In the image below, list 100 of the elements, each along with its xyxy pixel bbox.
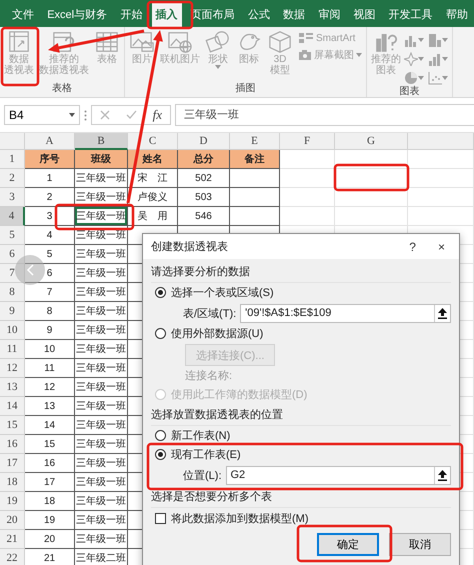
column-header[interactable]: G xyxy=(335,133,408,150)
row-header[interactable]: 13 xyxy=(0,378,25,397)
table-cell: 三年级一班 xyxy=(75,473,128,492)
caret-icon xyxy=(442,76,448,80)
caret-icon xyxy=(442,38,448,42)
insert-function-button[interactable]: fx xyxy=(152,107,162,123)
formula-field[interactable]: 三年级一班 xyxy=(175,104,474,126)
table-cell: 5 xyxy=(25,245,75,264)
ribbon-tab[interactable]: Excel与财务 xyxy=(43,3,112,27)
chart-type-button[interactable] xyxy=(404,51,426,67)
group-label: 表格 xyxy=(51,83,73,95)
name-box[interactable]: B4 xyxy=(4,105,80,125)
input-field[interactable]: G2 xyxy=(226,466,451,484)
table-icon xyxy=(94,30,120,54)
table-cell: 14 xyxy=(25,416,75,435)
ribbon-tab[interactable]: 视图 xyxy=(350,3,380,27)
radio-option[interactable]: 选择一个表或区域(S) xyxy=(151,283,451,302)
ok-button[interactable]: 确定 xyxy=(317,533,379,556)
check-icon[interactable] xyxy=(126,110,137,120)
column-header[interactable]: B xyxy=(75,133,128,150)
row-header[interactable]: 2 xyxy=(0,169,25,188)
table-cell: 18 xyxy=(25,492,75,511)
row-header[interactable]: 21 xyxy=(0,530,25,549)
radio-button[interactable] xyxy=(155,430,166,441)
ribbon-tab[interactable]: 插入 xyxy=(152,3,182,27)
back-button[interactable] xyxy=(15,255,45,285)
connection-name-label: 连接名称: xyxy=(184,368,232,384)
radio-option[interactable]: 现有工作表(E) xyxy=(151,445,451,464)
row-header[interactable]: 16 xyxy=(0,435,25,454)
table-cell: 三年级一班 xyxy=(75,454,128,473)
range-select-button[interactable] xyxy=(434,466,450,484)
column-header[interactable]: D xyxy=(178,133,230,150)
row-header[interactable]: 7 xyxy=(0,264,25,283)
ribbon-tab[interactable]: 帮助 xyxy=(442,3,472,27)
ribbon-tab[interactable]: 文件 xyxy=(8,3,38,27)
row-header[interactable]: 12 xyxy=(0,359,25,378)
table-cell: 6 xyxy=(25,264,75,283)
column-header[interactable]: F xyxy=(280,133,335,150)
ribbon-tab[interactable]: 审阅 xyxy=(314,3,344,27)
row-header[interactable]: 18 xyxy=(0,473,25,492)
row-header[interactable]: 1 xyxy=(0,150,25,169)
table-cell: 三年级一班 xyxy=(75,283,128,302)
radio-button[interactable] xyxy=(155,449,166,460)
chart-type-button[interactable] xyxy=(428,51,450,67)
row-header[interactable]: 14 xyxy=(0,397,25,416)
row-header[interactable]: 17 xyxy=(0,454,25,473)
field-label: 位置(L): xyxy=(183,468,222,482)
radio-button[interactable] xyxy=(155,287,166,298)
row-header[interactable]: 6 xyxy=(0,245,25,264)
ribbon-tab[interactable]: 开始 xyxy=(116,3,146,27)
table-cell: 3 xyxy=(25,207,75,226)
cancel-icon[interactable] xyxy=(100,110,110,120)
radio-option[interactable]: 新工作表(N) xyxy=(151,426,451,445)
pivot-question-icon xyxy=(51,30,77,54)
row-header[interactable]: 9 xyxy=(0,302,25,321)
column-header[interactable] xyxy=(408,133,474,150)
row-header[interactable]: 19 xyxy=(0,492,25,511)
table-cell: 10 xyxy=(25,340,75,359)
field-label: 表/区域(T): xyxy=(183,306,236,320)
column-header[interactable]: C xyxy=(128,133,178,150)
table-cell: 三年级一班 xyxy=(75,302,128,321)
row-header[interactable]: 4 xyxy=(0,207,25,226)
table-cell: 三年级一班 xyxy=(75,511,128,530)
radio-option[interactable]: 使用外部数据源(U) xyxy=(151,324,451,343)
table-cell: 三年级一班 xyxy=(75,245,128,264)
row-header[interactable]: 5 xyxy=(0,226,25,245)
chart-type-button[interactable] xyxy=(404,70,426,86)
table-cell: 三年级一班 xyxy=(75,340,128,359)
table-cell: 7 xyxy=(25,283,75,302)
row-header[interactable]: 8 xyxy=(0,283,25,302)
help-button[interactable]: ? xyxy=(403,240,422,254)
column-title: 班级 xyxy=(75,150,128,169)
row-header[interactable]: 3 xyxy=(0,188,25,207)
ribbon-tab[interactable]: 开发工具 xyxy=(384,3,437,27)
range-select-button[interactable] xyxy=(434,304,450,322)
cube-icon xyxy=(267,30,293,54)
row-header[interactable]: 22 xyxy=(0,549,25,565)
close-button[interactable]: × xyxy=(432,240,451,254)
cancel-button[interactable]: 取消 xyxy=(389,533,451,556)
input-field[interactable]: '09'!$A$1:$E$109 xyxy=(240,304,451,322)
ribbon-tab[interactable]: 数据 xyxy=(279,3,310,27)
ribbon-tab[interactable]: 公式 xyxy=(244,3,274,27)
row-header[interactable]: 11 xyxy=(0,340,25,359)
radio-button[interactable] xyxy=(155,328,166,339)
checkbox-option[interactable]: 将此数据添加到数据模型(M) xyxy=(151,508,451,528)
table-cell: 三年级一班 xyxy=(75,397,128,416)
column-header[interactable]: A xyxy=(25,133,75,150)
row-header[interactable]: 10 xyxy=(0,321,25,340)
group-label: 图表 xyxy=(398,86,420,97)
chart-type-button[interactable] xyxy=(428,32,450,48)
bar-chart-icon xyxy=(428,33,442,47)
pie-chart-icon xyxy=(404,71,418,85)
select-all-corner[interactable] xyxy=(0,133,25,150)
dialog-title: 创建数据透视表 xyxy=(151,240,229,254)
chart-type-button[interactable] xyxy=(428,70,450,86)
table-cell: 三年级一班 xyxy=(75,264,128,283)
column-header[interactable]: E xyxy=(230,133,280,150)
row-header[interactable]: 20 xyxy=(0,511,25,530)
checkbox[interactable] xyxy=(155,512,166,524)
row-header[interactable]: 15 xyxy=(0,416,25,435)
